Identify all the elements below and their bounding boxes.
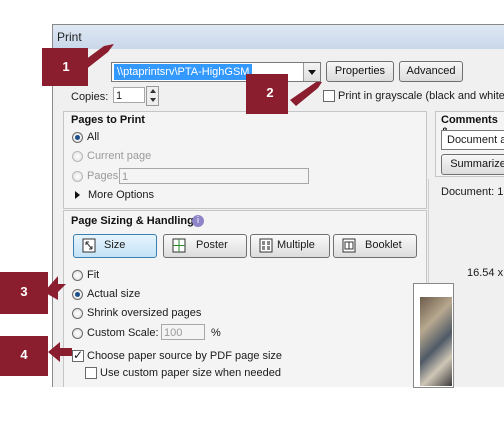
marker-2: 2 xyxy=(246,74,288,114)
arrow-4-icon xyxy=(48,342,72,362)
marker-4: 4 xyxy=(0,336,48,376)
marker-3: 3 xyxy=(0,272,48,314)
arrow-2-icon xyxy=(290,82,322,106)
marker-1: 1 xyxy=(42,48,88,86)
